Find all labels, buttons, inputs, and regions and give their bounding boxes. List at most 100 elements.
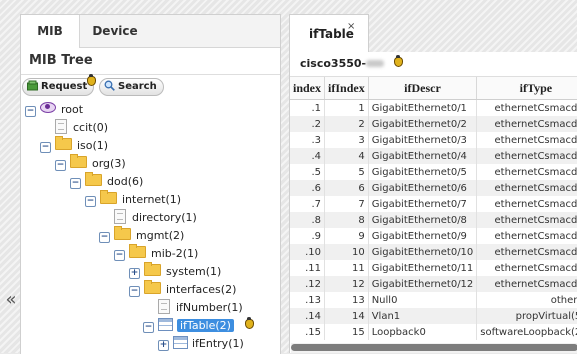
cell-ifdescr: GigabitEthernet0/4	[368, 148, 478, 164]
tree-node-ccitt[interactable]: ccit(0)	[55, 119, 108, 137]
expand-toggle-icon[interactable]: +	[129, 268, 140, 279]
cell-ifdescr: GigabitEthernet0/8	[368, 212, 478, 228]
tree-node-ifnumber[interactable]: ifNumber(1)	[158, 299, 243, 317]
iftable-grid: index ifIndex ifDescr ifType .1 1 GigabitE…	[290, 77, 577, 340]
table-row[interactable]: .22GigabitEthernet0/2ethernetCsmacd(6)	[290, 116, 577, 132]
cell-index: .13	[290, 292, 326, 308]
collapse-toggle-icon[interactable]: −	[114, 250, 125, 261]
cell-iftype: ethernetCsmacd(6)	[476, 212, 577, 228]
tree-node-mgmt[interactable]: − mgmt(2)	[99, 226, 184, 245]
left-tab-bar: MIB Device	[21, 15, 280, 48]
search-button[interactable]: Search	[99, 78, 164, 96]
tree-node-ifentry[interactable]: + ifEntry(1)	[158, 335, 244, 353]
collapse-toggle-icon[interactable]: −	[129, 286, 140, 297]
tree-node-internet[interactable]: − internet(1)	[85, 190, 181, 209]
cell-index: .3	[290, 132, 326, 148]
table-row[interactable]: .55GigabitEthernet0/5ethernetCsmacd(6)	[290, 164, 577, 180]
cell-index: .8	[290, 212, 326, 228]
table-row[interactable]: .33GigabitEthernet0/3ethernetCsmacd(6)	[290, 132, 577, 148]
tree-node-mib-2[interactable]: − mib-2(1)	[114, 244, 198, 263]
leaf-doc-icon	[158, 299, 170, 314]
root-eye-icon	[40, 102, 56, 113]
cell-iftype: other(1)	[476, 292, 577, 308]
table-header-row: index ifIndex ifDescr ifType	[290, 77, 577, 100]
table-row[interactable]: .99GigabitEthernet0/9ethernetCsmacd(6)	[290, 228, 577, 244]
toolbar: Request Search	[21, 74, 280, 97]
cell-iftype: ethernetCsmacd(6)	[476, 164, 577, 180]
cell-iftype: ethernetCsmacd(6)	[476, 116, 577, 132]
folder-icon	[144, 280, 161, 294]
tree-node-directory[interactable]: directory(1)	[114, 209, 197, 227]
table-row[interactable]: .77GigabitEthernet0/7ethernetCsmacd(6)	[290, 196, 577, 212]
collapse-toggle-icon[interactable]: −	[85, 196, 96, 207]
cell-iftype: propVirtual(53)	[476, 308, 577, 324]
cell-ifindex: 3	[324, 132, 369, 148]
cell-iftype: ethernetCsmacd(6)	[476, 276, 577, 292]
cell-index: .14	[290, 308, 326, 324]
table-row[interactable]: .11GigabitEthernet0/1ethernetCsmacd(6)	[290, 99, 577, 116]
tree-node-iftable[interactable]: − ifTable(2)	[143, 317, 255, 335]
cell-ifdescr: GigabitEthernet0/9	[368, 228, 478, 244]
cell-index: .5	[290, 164, 326, 180]
table-row[interactable]: .1111GigabitEthernet0/11ethernetCsmacd(6…	[290, 260, 577, 276]
cell-iftype: ethernetCsmacd(6)	[476, 132, 577, 148]
request-label: Request	[41, 81, 88, 92]
tree-node-system[interactable]: + system(1)	[129, 262, 221, 281]
cell-ifindex: 11	[324, 260, 369, 276]
table-row[interactable]: .1515Loopback0softwareLoopback(24)	[290, 324, 577, 340]
cell-ifindex: 15	[324, 324, 369, 340]
cell-ifdescr: Null0	[368, 292, 478, 308]
table-row[interactable]: .1414Vlan1propVirtual(53)	[290, 308, 577, 324]
column-header-index[interactable]: index	[290, 77, 326, 100]
result-tab-bar: ifTable ×	[289, 14, 577, 53]
close-icon[interactable]: ×	[347, 21, 355, 32]
cell-ifindex: 14	[324, 308, 369, 324]
cell-ifindex: 12	[324, 276, 369, 292]
search-label: Search	[118, 81, 157, 92]
cell-ifdescr: GigabitEthernet0/5	[368, 164, 478, 180]
collapse-toggle-icon[interactable]: −	[70, 178, 81, 189]
cell-index: .6	[290, 180, 326, 196]
tree-node-interfaces[interactable]: − interfaces(2)	[129, 280, 236, 299]
cell-ifdescr: Loopback0	[368, 324, 478, 340]
expand-toggle-icon[interactable]: +	[158, 340, 169, 351]
collapse-toggle-icon[interactable]: −	[55, 160, 66, 171]
column-header-iftype[interactable]: ifType	[476, 77, 577, 100]
cell-index: .12	[290, 276, 326, 292]
request-button[interactable]: Request	[22, 78, 95, 96]
tab-device[interactable]: Device	[87, 15, 143, 47]
collapse-panel-button[interactable]: «	[4, 290, 18, 312]
scrollbar-thumb[interactable]	[291, 344, 577, 351]
tab-iftable[interactable]: ifTable ×	[289, 14, 369, 53]
tree-node-root[interactable]: − root	[25, 101, 83, 119]
tab-mib[interactable]: MIB	[21, 15, 80, 48]
agent-header: cisco3550-	[290, 52, 577, 77]
cell-ifindex: 10	[324, 244, 369, 260]
cell-ifindex: 5	[324, 164, 369, 180]
cell-ifdescr: GigabitEthernet0/1	[368, 99, 478, 116]
result-panel: ifTable × cisco3550- index ifIndex ifDes…	[289, 14, 577, 353]
collapse-toggle-icon[interactable]: −	[143, 322, 154, 333]
tree-node-iso[interactable]: − iso(1)	[40, 136, 108, 155]
table-row[interactable]: .1212GigabitEthernet0/12ethernetCsmacd(6…	[290, 276, 577, 292]
tree-node-org[interactable]: − org(3)	[55, 154, 126, 173]
table-row[interactable]: .1313Null0other(1)	[290, 292, 577, 308]
agent-icon	[245, 317, 255, 329]
column-header-ifindex[interactable]: ifIndex	[324, 77, 369, 100]
folder-icon	[129, 244, 146, 258]
cell-iftype: ethernetCsmacd(6)	[476, 180, 577, 196]
collapse-toggle-icon[interactable]: −	[40, 142, 51, 153]
agent-name: cisco3550-	[300, 57, 367, 70]
cell-ifindex: 4	[324, 148, 369, 164]
table-row[interactable]: .1010GigabitEthernet0/10ethernetCsmacd(6…	[290, 244, 577, 260]
table-row[interactable]: .88GigabitEthernet0/8ethernetCsmacd(6)	[290, 212, 577, 228]
tree-node-dod[interactable]: − dod(6)	[70, 172, 143, 191]
horizontal-scrollbar[interactable]	[291, 343, 577, 353]
table-row[interactable]: .44GigabitEthernet0/4ethernetCsmacd(6)	[290, 148, 577, 164]
cell-iftype: softwareLoopback(24)	[476, 324, 577, 340]
column-header-ifdescr[interactable]: ifDescr	[368, 77, 478, 100]
collapse-toggle-icon[interactable]: −	[25, 106, 36, 117]
table-row[interactable]: .66GigabitEthernet0/6ethernetCsmacd(6)	[290, 180, 577, 196]
collapse-toggle-icon[interactable]: −	[99, 232, 110, 243]
cell-ifindex: 7	[324, 196, 369, 212]
